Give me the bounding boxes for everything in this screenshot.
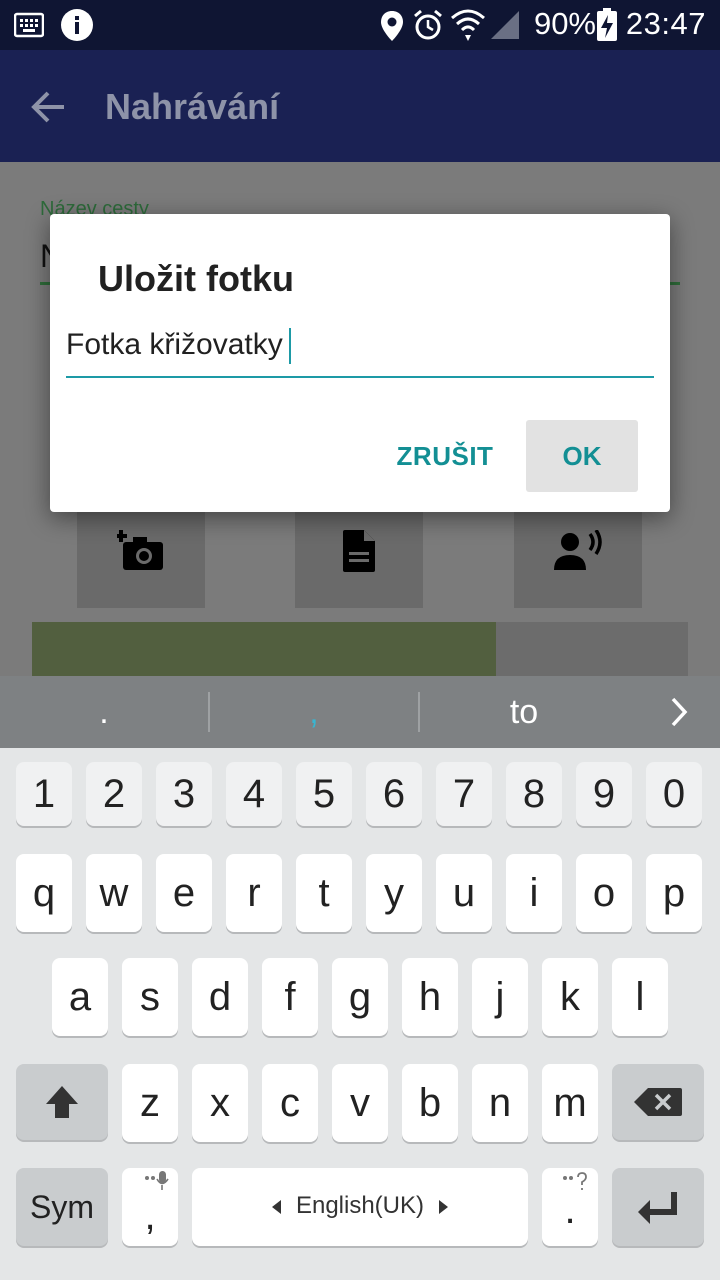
record-voice-icon [554,530,602,570]
key-8[interactable]: 8 [506,762,562,826]
sym-key[interactable]: Sym [16,1168,108,1246]
key-t[interactable]: t [296,854,352,932]
key-4[interactable]: 4 [226,762,282,826]
key-n[interactable]: n [472,1064,528,1142]
key-k[interactable]: k [542,958,598,1036]
location-icon [381,11,403,41]
photo-name-value: Fotka křižovatky [66,328,283,361]
comma-key[interactable]: , [122,1168,178,1246]
info-icon [61,9,93,41]
key-l[interactable]: l [612,958,668,1036]
key-9[interactable]: 9 [576,762,632,826]
key-2[interactable]: 2 [86,762,142,826]
microphone-icon [145,1171,169,1190]
chevron-right-icon[interactable] [670,696,688,728]
enter-key[interactable] [612,1168,704,1246]
backspace-icon [634,1088,682,1116]
clock: 23:47 [625,6,706,41]
backspace-key[interactable] [612,1064,704,1140]
battery-charging-icon [597,8,617,41]
ok-button[interactable]: OK [526,420,638,492]
key-m[interactable]: m [542,1064,598,1142]
signal-icon [491,11,519,39]
key-x[interactable]: x [192,1064,248,1142]
key-p[interactable]: p [646,854,702,932]
space-key[interactable]: English(UK) [192,1168,528,1246]
alarm-icon [414,9,442,40]
period-key[interactable]: . [542,1168,598,1246]
key-o[interactable]: o [576,854,632,932]
cancel-button[interactable]: ZRUŠIT [380,420,510,492]
soft-keyboard: 1234567890 qwertyuiop asdfghjkl zxcvbnm … [0,748,720,1280]
enter-icon [638,1192,677,1224]
app-bar: Nahrávání [0,50,720,162]
key-c[interactable]: c [262,1064,318,1142]
key-f[interactable]: f [262,958,318,1036]
document-icon [343,530,375,572]
key-i[interactable]: i [506,854,562,932]
key-1[interactable]: 1 [16,762,72,826]
key-h[interactable]: h [402,958,458,1036]
map-road [496,622,688,682]
page-title: Nahrávání [105,86,280,127]
status-bar: 90% 23:47 [0,0,720,50]
add-photo-icon [117,530,163,570]
key-q[interactable]: q [16,854,72,932]
photo-name-input[interactable]: Fotka křižovatky [66,318,654,378]
key-a[interactable]: a [52,958,108,1036]
key-y[interactable]: y [366,854,422,932]
key-e[interactable]: e [156,854,212,932]
key-3[interactable]: 3 [156,762,212,826]
key-s[interactable]: s [122,958,178,1036]
key-d[interactable]: d [192,958,248,1036]
suggestion-word[interactable]: to [420,676,628,748]
dialog-title: Uložit fotku [98,258,294,299]
key-5[interactable]: 5 [296,762,352,826]
key-v[interactable]: v [332,1064,388,1142]
battery-percent: 90% [533,6,596,41]
key-b[interactable]: b [402,1064,458,1142]
suggestion-period[interactable]: . [0,676,208,748]
arrow-right-icon [439,1200,448,1214]
key-r[interactable]: r [226,854,282,932]
key-w[interactable]: w [86,854,142,932]
map-view[interactable] [32,622,688,682]
key-0[interactable]: 0 [646,762,702,826]
key-6[interactable]: 6 [366,762,422,826]
key-j[interactable]: j [472,958,528,1036]
space-language-label: English(UK) [295,1192,425,1219]
record-voice-button[interactable] [514,512,642,608]
key-z[interactable]: z [122,1064,178,1142]
wifi-icon [451,9,485,41]
comma-label: , [144,1194,156,1238]
text-cursor [288,328,291,365]
keyboard-icon [14,12,44,38]
add-photo-button[interactable] [77,512,205,608]
key-7[interactable]: 7 [436,762,492,826]
suggestion-bar: . , to [0,676,720,748]
key-u[interactable]: u [436,854,492,932]
suggestion-comma[interactable]: , [210,676,418,748]
key-g[interactable]: g [332,958,388,1036]
shift-icon [46,1086,78,1118]
shift-key[interactable] [16,1064,108,1140]
arrow-back-icon[interactable] [30,90,66,124]
add-note-button[interactable] [295,512,423,608]
save-photo-dialog: Uložit fotku Fotka křižovatky ZRUŠIT OK [50,214,670,512]
period-label: . [564,1188,576,1232]
